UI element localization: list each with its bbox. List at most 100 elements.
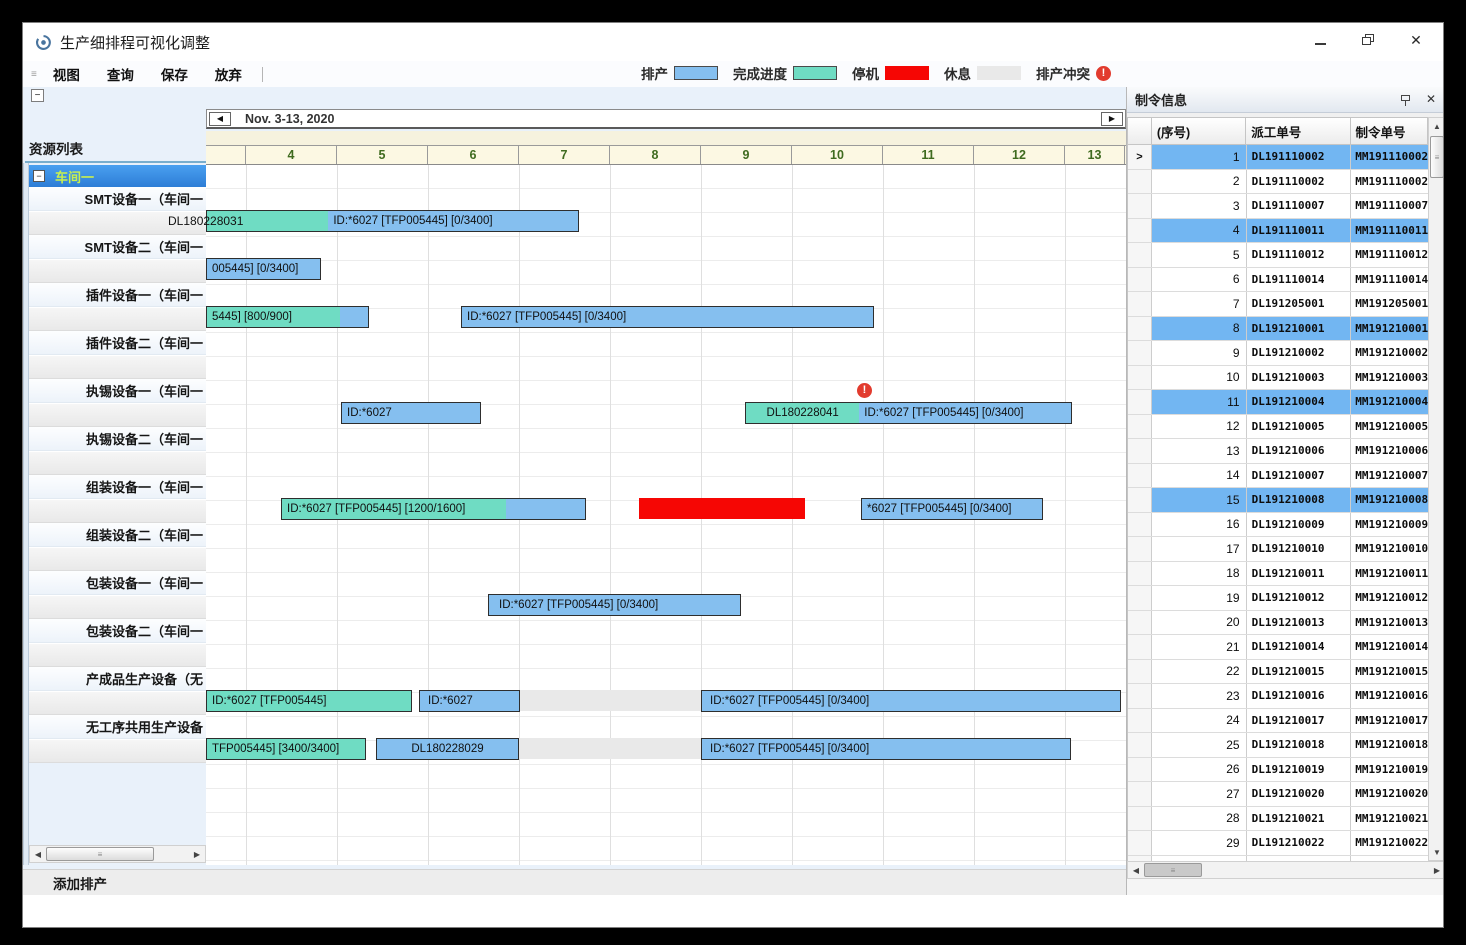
cell-seq: 27 [1152, 782, 1247, 806]
collapse-all-button[interactable]: − [31, 89, 44, 102]
scroll-left-icon[interactable]: ◀ [1128, 862, 1144, 878]
table-row[interactable]: 8DL191210001MM191210001 [1128, 317, 1428, 342]
table-row[interactable]: 19DL191210012MM191210012 [1128, 586, 1428, 611]
sidebar-hscrollbar[interactable]: ◀ ≡ ▶ [29, 845, 206, 863]
gantt-bar[interactable] [639, 498, 805, 519]
scroll-up-icon[interactable]: ▲ [1429, 118, 1444, 134]
table-row[interactable]: 2DL191110002MM191110002 [1128, 170, 1428, 195]
sidebar-item-resource-7[interactable]: 组装设备二（车间一 [29, 523, 206, 547]
scroll-thumb[interactable]: ≡ [1430, 136, 1444, 178]
gantt-bar[interactable]: ID:*6027 [TFP005445] [0/3400] [206, 210, 579, 232]
collapse-group-icon[interactable]: − [33, 170, 45, 182]
table-row[interactable]: 21DL191210014MM191210014 [1128, 635, 1428, 660]
restore-button[interactable] [1357, 31, 1379, 49]
table-row[interactable]: 7DL191205001MM191205001 [1128, 292, 1428, 317]
orders-hscrollbar[interactable]: ◀ ≡ ▶ [1127, 861, 1444, 879]
table-row[interactable]: 12DL191210005MM191210005 [1128, 415, 1428, 440]
table-row[interactable]: 16DL191210009MM191210009 [1128, 513, 1428, 538]
table-row[interactable]: 14DL191210007MM191210007 [1128, 464, 1428, 489]
minimize-button[interactable] [1309, 31, 1331, 49]
table-row[interactable]: 9DL191210002MM191210002 [1128, 341, 1428, 366]
gantt-bar[interactable]: TFP005445] [3400/3400] [206, 738, 366, 760]
window-title: 生产细排程可视化调整 [60, 32, 210, 53]
warning-icon: ! [1096, 66, 1111, 81]
table-row[interactable]: 10DL191210003MM191210003 [1128, 366, 1428, 391]
gantt-bar[interactable]: ID:*6027 [341, 402, 481, 424]
next-period-button[interactable]: ▶ [1101, 112, 1123, 126]
sidebar-item-resource-6[interactable]: 组装设备一（车间一 [29, 475, 206, 499]
gantt-bar[interactable]: 005445] [0/3400] [206, 258, 321, 280]
table-row[interactable]: 13DL191210006MM191210006 [1128, 439, 1428, 464]
table-row[interactable]: 6DL191110014MM191110014 [1128, 268, 1428, 293]
bar-label: DL180228029 [411, 743, 483, 755]
gantt-bar[interactable] [520, 690, 701, 711]
scroll-thumb[interactable]: ≡ [46, 847, 154, 861]
gantt-bar[interactable]: ID:*6027 [TFP005445] [0/3400] [701, 690, 1121, 712]
scroll-right-icon[interactable]: ▶ [189, 846, 205, 862]
column-header-dispatch[interactable]: 派工单号 [1246, 118, 1350, 144]
table-row[interactable]: 28DL191210021MM191210021 [1128, 807, 1428, 832]
table-row[interactable]: 24DL191210017MM191210017 [1128, 709, 1428, 734]
sidebar-item-resource-10[interactable]: 产成品生产设备（无 [29, 667, 206, 691]
table-row[interactable]: 23DL191210016MM191210016 [1128, 684, 1428, 709]
panel-close-icon[interactable]: ✕ [1426, 92, 1436, 106]
table-row[interactable]: 3DL191110007MM191110007 [1128, 194, 1428, 219]
sidebar-group-workshop1[interactable]: − 车间一 [29, 165, 206, 187]
pin-icon[interactable] [1401, 95, 1410, 101]
scroll-left-icon[interactable]: ◀ [30, 846, 46, 862]
bar-segment-scheduled: ID:*6027 [TFP005445] [0/3400] [702, 739, 1070, 759]
gantt-bar[interactable]: ID:*6027 [419, 690, 520, 712]
orders-vscrollbar[interactable]: ▲ ≡ ▼ [1428, 117, 1444, 861]
scroll-right-icon[interactable]: ▶ [1429, 862, 1444, 878]
sidebar-item-resource-0[interactable]: SMT设备一（车间一 [29, 187, 206, 211]
menu-item-0[interactable]: 视图 [53, 64, 80, 84]
gantt-bar[interactable] [519, 738, 701, 759]
cell-order-no: MM191210019 [1351, 758, 1428, 782]
menu-item-3[interactable]: 放弃 [215, 64, 242, 84]
sidebar-item-resource-4[interactable]: 执锡设备一（车间一 [29, 379, 206, 403]
scroll-down-icon[interactable]: ▼ [1429, 844, 1444, 860]
column-header-order[interactable]: 制令单号 [1351, 118, 1427, 144]
gantt-bar[interactable]: 5445] [800/900] [206, 306, 369, 328]
column-header-seq[interactable]: (序号) [1152, 118, 1246, 144]
close-button[interactable]: ✕ [1405, 31, 1427, 49]
menu-item-1[interactable]: 查询 [107, 64, 134, 84]
app-icon [35, 34, 52, 51]
gantt-bar[interactable]: DL180228041ID:*6027 [TFP005445] [0/3400] [745, 402, 1072, 424]
sidebar-item-resource-2[interactable]: 插件设备一（车间一 [29, 283, 206, 307]
sidebar-item-resource-9[interactable]: 包装设备二（车间一 [29, 619, 206, 643]
cell-dispatch-no: DL191210019 [1247, 758, 1352, 782]
table-row[interactable]: 20DL191210013MM191210013 [1128, 611, 1428, 636]
gantt-bar[interactable]: DL180228029 [376, 738, 519, 760]
table-row[interactable]: 22DL191210015MM191210015 [1128, 660, 1428, 685]
cell-dispatch-no: DL191210010 [1247, 537, 1352, 561]
cell-seq: 9 [1152, 341, 1247, 365]
table-row[interactable]: 25DL191210018MM191210018 [1128, 733, 1428, 758]
table-row[interactable]: 29DL191210022MM191210022 [1128, 831, 1428, 856]
menu-item-2[interactable]: 保存 [161, 64, 188, 84]
gantt-bar[interactable]: *6027 [TFP005445] [0/3400] [861, 498, 1043, 520]
table-row[interactable]: 4DL191110011MM191110011 [1128, 219, 1428, 244]
gantt-bar[interactable]: ID:*6027 [TFP005445] [0/3400] [488, 594, 741, 616]
table-row[interactable]: 27DL191210020MM191210020 [1128, 782, 1428, 807]
gantt-bar[interactable]: ID:*6027 [TFP005445] [0/3400] [701, 738, 1071, 760]
prev-period-button[interactable]: ◀ [209, 112, 231, 126]
scroll-thumb[interactable]: ≡ [1144, 863, 1202, 877]
cell-order-no: MM191210017 [1351, 709, 1428, 733]
gantt-bar[interactable]: ID:*6027 [TFP005445] [206, 690, 412, 712]
table-row[interactable]: 5DL191110012MM191110012 [1128, 243, 1428, 268]
table-row[interactable]: 15DL191210008MM191210008 [1128, 488, 1428, 513]
sidebar-item-resource-1[interactable]: SMT设备二（车间一 [29, 235, 206, 259]
sidebar-item-resource-5[interactable]: 执锡设备二（车间一 [29, 427, 206, 451]
table-row[interactable]: 11DL191210004MM191210004 [1128, 390, 1428, 415]
add-schedule-button[interactable]: 添加排产 [53, 873, 107, 893]
gantt-bar[interactable]: ID:*6027 [TFP005445] [1200/1600] [281, 498, 586, 520]
sidebar-item-resource-8[interactable]: 包装设备一（车间一 [29, 571, 206, 595]
table-row[interactable]: 18DL191210011MM191210011 [1128, 562, 1428, 587]
table-row[interactable]: >1DL191110002MM191110002 [1128, 145, 1428, 170]
table-row[interactable]: 26DL191210019MM191210019 [1128, 758, 1428, 783]
sidebar-item-resource-11[interactable]: 无工序共用生产设备 [29, 715, 206, 739]
sidebar-item-resource-3[interactable]: 插件设备二（车间一 [29, 331, 206, 355]
table-row[interactable]: 17DL191210010MM191210010 [1128, 537, 1428, 562]
gantt-bar[interactable]: ID:*6027 [TFP005445] [0/3400] [461, 306, 874, 328]
